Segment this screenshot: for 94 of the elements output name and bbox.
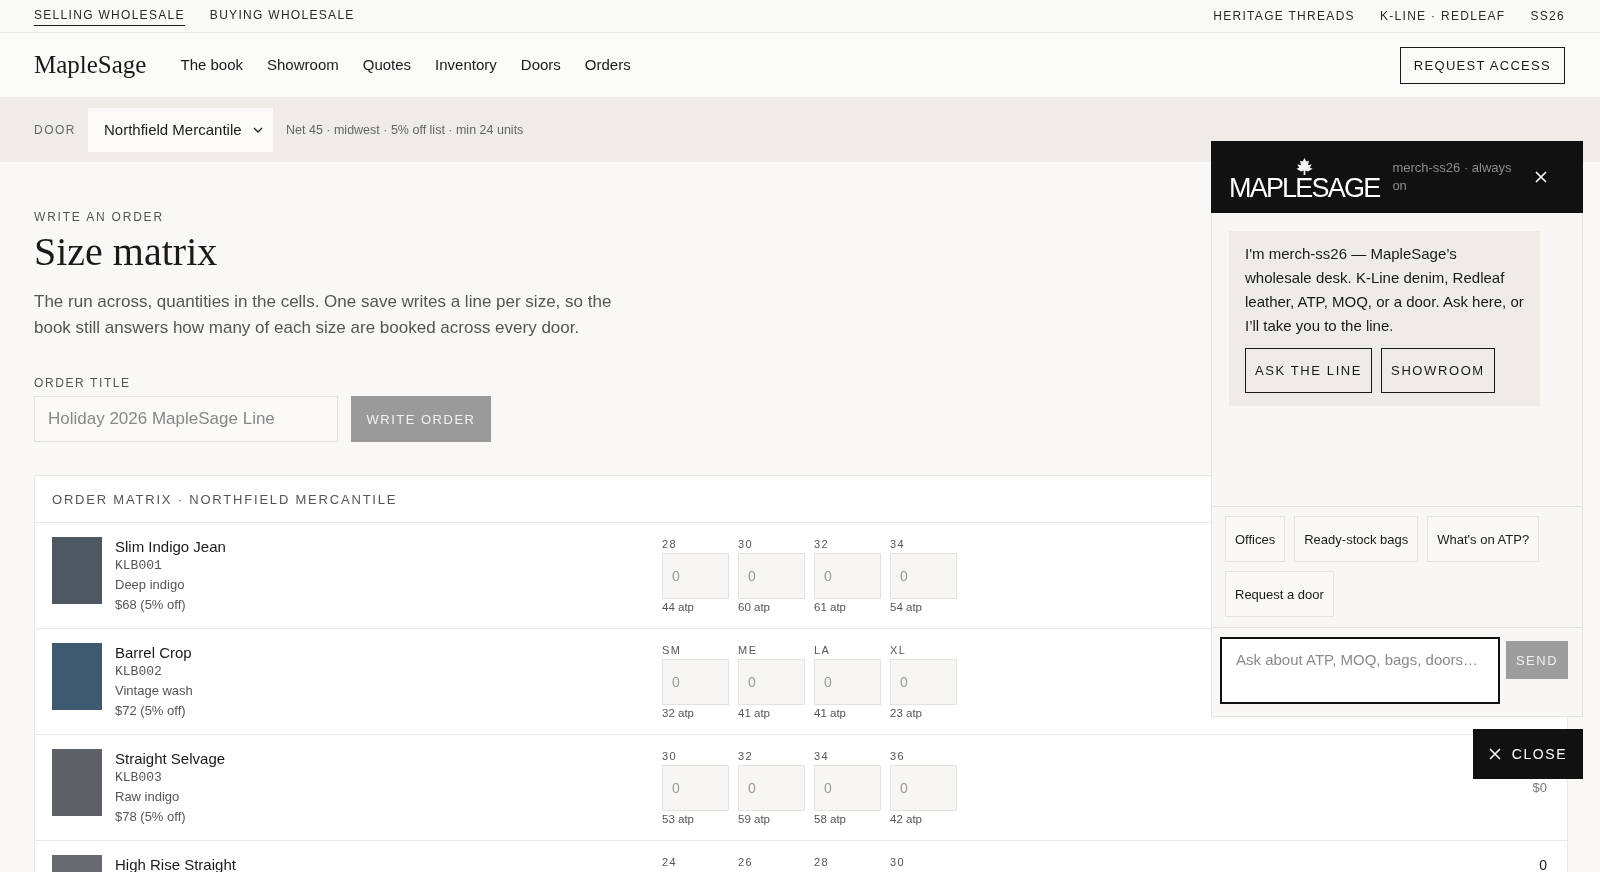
size-label: 36 bbox=[890, 749, 907, 763]
atp-label: 41 atp bbox=[738, 706, 771, 720]
atp-label: 23 atp bbox=[890, 706, 923, 720]
size-label: ME bbox=[738, 643, 759, 657]
size-label: 32 bbox=[814, 537, 831, 551]
door-select[interactable]: Northfield Mercantile bbox=[88, 107, 273, 152]
message-action-button[interactable]: SHOWROOM bbox=[1381, 348, 1495, 393]
request-access-button[interactable]: REQUEST ACCESS bbox=[1399, 46, 1565, 84]
atp-label: 61 atp bbox=[814, 600, 847, 614]
size-label: 30 bbox=[662, 749, 679, 763]
atp-label: 41 atp bbox=[814, 706, 847, 720]
quantity-field[interactable]: 0 bbox=[890, 765, 957, 811]
quantity-field[interactable]: 0 bbox=[738, 659, 805, 705]
quantity-field[interactable]: 0 bbox=[890, 659, 957, 705]
nav-link[interactable]: Inventory bbox=[435, 55, 497, 75]
quantity-field[interactable]: 0 bbox=[814, 659, 881, 705]
chat-status: merch-ss26 · always on bbox=[1392, 159, 1513, 195]
atp-label: 42 atp bbox=[890, 812, 923, 826]
nav-link[interactable]: Doors bbox=[520, 55, 561, 75]
suggestion-chip[interactable]: Request a door bbox=[1225, 571, 1334, 617]
product-name: Straight Selvage bbox=[115, 749, 226, 768]
matrix-header: ORDER MATRIX · NORTHFIELD MERCANTILE bbox=[52, 491, 398, 507]
company-name: HERITAGE THREADS bbox=[1213, 9, 1355, 23]
size-label: SM bbox=[662, 643, 683, 657]
size-label: 28 bbox=[814, 855, 831, 869]
quantity-field[interactable]: 0 bbox=[738, 553, 805, 599]
row-units: 0 bbox=[1539, 856, 1547, 872]
quantity-field[interactable]: 0 bbox=[662, 553, 729, 599]
field-label: ORDER TITLE bbox=[34, 376, 131, 390]
audience-tab[interactable]: BUYING WHOLESALE bbox=[209, 6, 355, 26]
close-icon bbox=[1488, 748, 1501, 760]
size-label: 34 bbox=[890, 537, 907, 551]
quantity-field[interactable]: 0 bbox=[738, 765, 805, 811]
atp-label: 54 atp bbox=[890, 600, 923, 614]
chat-input[interactable]: Ask about ATP, MOQ, bags, doors… bbox=[1220, 637, 1500, 704]
product-wash: Vintage wash bbox=[115, 682, 193, 700]
product-price: $78 (5% off) bbox=[115, 808, 187, 826]
size-label: 34 bbox=[814, 749, 831, 763]
audience-tab[interactable]: SELLING WHOLESALE bbox=[34, 6, 185, 26]
suggestion-chip[interactable]: Offices bbox=[1225, 516, 1286, 562]
brand-lines-label: K-LINE · REDLEAF bbox=[1379, 9, 1506, 23]
nav-link[interactable]: Quotes bbox=[362, 55, 412, 75]
atp-label: 32 atp bbox=[662, 706, 695, 720]
quantity-field[interactable]: 0 bbox=[814, 553, 881, 599]
logo-wordmark[interactable]: MapleSage bbox=[34, 50, 147, 80]
atp-label: 53 atp bbox=[662, 812, 695, 826]
door-terms: Net 45 · midwest · 5% off list · min 24 units bbox=[286, 122, 524, 137]
order-title-field[interactable]: Holiday 2026 MapleSage Line bbox=[34, 396, 338, 442]
quantity-field[interactable]: 0 bbox=[814, 765, 881, 811]
section-eyebrow: WRITE AN ORDER bbox=[34, 210, 164, 224]
quantity-field[interactable]: 0 bbox=[662, 765, 729, 811]
atp-label: 59 atp bbox=[738, 812, 771, 826]
season-label: SS26 bbox=[1530, 9, 1565, 23]
atp-label: 58 atp bbox=[814, 812, 847, 826]
size-label: 24 bbox=[662, 855, 679, 869]
size-label: 26 bbox=[738, 855, 755, 869]
message-action-button[interactable]: ASK THE LINE bbox=[1245, 348, 1373, 393]
close-icon[interactable] bbox=[1535, 171, 1547, 183]
nav-link[interactable]: Orders bbox=[584, 55, 631, 75]
maple-leaf-icon bbox=[1295, 157, 1313, 175]
photo-placeholder bbox=[52, 643, 102, 710]
quantity-field[interactable]: 0 bbox=[662, 659, 729, 705]
product-wash: Raw indigo bbox=[115, 788, 181, 806]
suggestion-chip[interactable]: Ready-stock bags bbox=[1294, 516, 1419, 562]
product-price: $72 (5% off) bbox=[115, 702, 187, 720]
photo-placeholder bbox=[52, 537, 102, 604]
product-name: Slim Indigo Jean bbox=[115, 537, 226, 556]
message-text: I'm merch-ss26 — MapleSage’s wholesale desk. K-Line denim, Redleaf leather, ATP, MOQ, or a door. Ask here, or I’ll take you to the line. bbox=[1245, 244, 1524, 336]
chat-logo-text: MAPLESAGE bbox=[1229, 174, 1380, 201]
size-label: 30 bbox=[890, 855, 907, 869]
nav-link[interactable]: The book bbox=[180, 55, 243, 75]
photo-placeholder bbox=[52, 749, 102, 816]
product-sku: KLB001 bbox=[115, 557, 163, 575]
suggestion-chip[interactable]: What's on ATP? bbox=[1427, 516, 1540, 562]
product-sku: KLB003 bbox=[115, 769, 163, 787]
product-price: $68 (5% off) bbox=[115, 596, 187, 614]
door-label: DOOR bbox=[34, 122, 76, 137]
product-wash: Deep indigo bbox=[115, 576, 186, 594]
size-label: 32 bbox=[738, 749, 755, 763]
chevron-down-icon bbox=[253, 126, 263, 133]
intro-text: The run across, quantities in the cells. One save writes a line per size, so the book still answers how many of each size are booked across every door. bbox=[34, 291, 613, 339]
quantity-field[interactable]: 0 bbox=[890, 553, 957, 599]
product-name: Barrel Crop bbox=[115, 643, 193, 662]
nav-link[interactable]: Showroom bbox=[267, 55, 339, 75]
size-label: 28 bbox=[662, 537, 679, 551]
atp-label: 44 atp bbox=[662, 600, 695, 614]
row-amount: $0 bbox=[1532, 779, 1547, 797]
size-label: 30 bbox=[738, 537, 755, 551]
size-label: LA bbox=[814, 643, 832, 657]
product-sku: KLB002 bbox=[115, 663, 163, 681]
size-label: XL bbox=[890, 643, 908, 657]
page-title: Size matrix bbox=[34, 230, 218, 274]
atp-label: 60 atp bbox=[738, 600, 771, 614]
close-button[interactable]: CLOSE bbox=[1473, 729, 1583, 779]
